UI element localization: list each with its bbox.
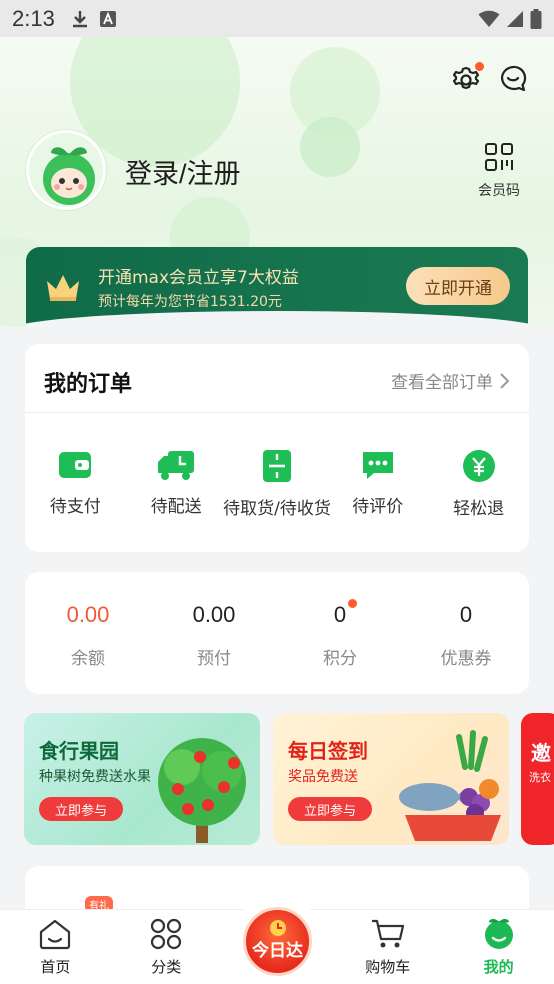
order-status-pending-review[interactable]: 待评价 xyxy=(328,448,428,519)
delivery-truck-icon xyxy=(158,451,195,480)
points-notification-dot xyxy=(348,599,357,608)
tab-label: 购物车 xyxy=(365,958,411,976)
pickup-box-icon xyxy=(262,450,291,482)
member-code-label: 会员码 xyxy=(478,183,520,199)
balance-label: 余额 xyxy=(71,649,105,669)
view-all-orders-link[interactable]: 查看全部订单 xyxy=(391,368,511,393)
comment-icon xyxy=(362,452,393,479)
vip-subtitle: 预计每年为您节省1531.20元 xyxy=(98,294,282,310)
qr-code-icon xyxy=(485,143,513,171)
promo-title: 食行果园 xyxy=(39,739,119,763)
member-code-button[interactable]: 会员码 xyxy=(474,142,524,200)
prepaid-item[interactable]: 0.00 预付 xyxy=(159,602,269,669)
clock-icon xyxy=(269,920,286,936)
category-grid-icon xyxy=(151,918,182,950)
promo-title: 每日签到 xyxy=(288,739,368,763)
battery-icon xyxy=(530,8,542,29)
order-status-pending-delivery[interactable]: 待配送 xyxy=(126,448,226,519)
promo-subtitle: 种果树免费送水果 xyxy=(39,769,151,785)
promo-orchard-card[interactable]: 食行果园 种果树免费送水果 立即参与 xyxy=(24,713,260,845)
tab-today-delivery[interactable]: 今日达 xyxy=(243,907,312,976)
balance-value: 0.00 xyxy=(66,602,110,627)
wifi-icon xyxy=(478,10,500,27)
chat-icon xyxy=(501,65,527,92)
points-label: 积分 xyxy=(323,649,357,669)
prepaid-label: 预付 xyxy=(197,649,231,669)
points-item[interactable]: 0 积分 xyxy=(285,599,395,669)
status-notification-icons xyxy=(71,9,117,29)
tab-home[interactable]: 首页 xyxy=(0,910,111,984)
vip-open-button[interactable]: 立即开通 xyxy=(406,267,510,305)
cart-icon xyxy=(371,919,404,948)
home-icon xyxy=(40,919,71,950)
coupons-item[interactable]: 0 优惠券 xyxy=(411,602,521,669)
tab-label: 我的 xyxy=(483,958,514,976)
header-actions xyxy=(450,62,530,96)
order-status-pending-pickup[interactable]: 待取货/待收货 xyxy=(223,448,331,519)
coupons-value: 0 xyxy=(459,602,473,627)
promo-invite-card[interactable]: 邀 洗衣 xyxy=(521,713,554,845)
status-bar: 2:13 xyxy=(0,0,554,37)
order-status-pending-payment[interactable]: 待支付 xyxy=(25,448,125,519)
promo-subtitle: 奖品免费送 xyxy=(288,769,358,785)
view-all-orders-label: 查看全部订单 xyxy=(391,373,493,393)
refund-icon xyxy=(462,450,495,482)
promo-subtitle: 洗衣 xyxy=(529,771,551,784)
orders-title: 我的订单 xyxy=(44,372,133,397)
promo-join-button[interactable]: 立即参与 xyxy=(288,797,372,821)
message-button[interactable] xyxy=(498,64,530,96)
order-status-label: 待评价 xyxy=(352,497,404,517)
status-system-icons xyxy=(478,8,542,29)
tab-cart[interactable]: 购物车 xyxy=(332,910,443,984)
chevron-right-icon xyxy=(500,372,510,389)
wallet-icon xyxy=(59,452,92,478)
tab-mine[interactable]: 我的 xyxy=(443,910,554,984)
app-a-icon xyxy=(99,10,116,27)
orders-divider xyxy=(25,412,529,413)
fruit-tree-icon xyxy=(158,738,246,843)
order-status-easy-refund[interactable]: 轻松退 xyxy=(429,448,529,519)
points-value: 0 xyxy=(333,602,347,627)
settings-notification-dot xyxy=(475,62,484,71)
coupons-label: 优惠券 xyxy=(440,649,492,669)
orders-card: 我的订单 查看全部订单 待支付 待配送 待取货/待收货 待评价 轻松退 xyxy=(25,344,529,552)
order-status-row: 待支付 待配送 待取货/待收货 待评价 轻松退 xyxy=(25,448,529,519)
download-icon xyxy=(72,10,87,27)
tab-category[interactable]: 分类 xyxy=(111,910,222,984)
vip-banner[interactable]: 开通max会员立享7大权益 预计每年为您节省1531.20元 立即开通 xyxy=(26,247,528,327)
prepaid-value: 0.00 xyxy=(192,602,236,627)
promo-join-button[interactable]: 立即参与 xyxy=(39,797,123,821)
grocery-basket-icon xyxy=(399,730,501,841)
today-delivery-label: 今日达 xyxy=(252,941,303,961)
order-status-label: 待支付 xyxy=(49,497,101,517)
promo-checkin-card[interactable]: 每日签到 奖品免费送 立即参与 xyxy=(273,713,509,845)
settings-button[interactable] xyxy=(450,62,484,96)
assets-card: 0.00 余额 0.00 预付 0 积分 0 优惠券 xyxy=(25,572,529,694)
order-status-label: 轻松退 xyxy=(453,499,505,519)
login-register-link[interactable]: 登录/注册 xyxy=(125,152,241,191)
vip-title: 开通max会员立享7大权益 xyxy=(98,268,299,288)
promo-title: 邀 xyxy=(531,741,551,765)
profile-mascot-icon xyxy=(484,918,513,949)
vip-banner-arc xyxy=(26,311,528,327)
crown-icon xyxy=(47,275,79,301)
tab-label: 分类 xyxy=(151,958,182,976)
avatar[interactable] xyxy=(26,130,106,210)
balance-item[interactable]: 0.00 余额 xyxy=(33,602,143,669)
status-time: 2:13 xyxy=(12,5,55,31)
order-status-label: 待配送 xyxy=(150,497,202,517)
tab-label: 首页 xyxy=(40,958,71,976)
signal-icon xyxy=(507,10,523,27)
assets-row: 0.00 余额 0.00 预付 0 积分 0 优惠券 xyxy=(25,599,529,669)
order-status-label: 待取货/待收货 xyxy=(223,499,331,519)
